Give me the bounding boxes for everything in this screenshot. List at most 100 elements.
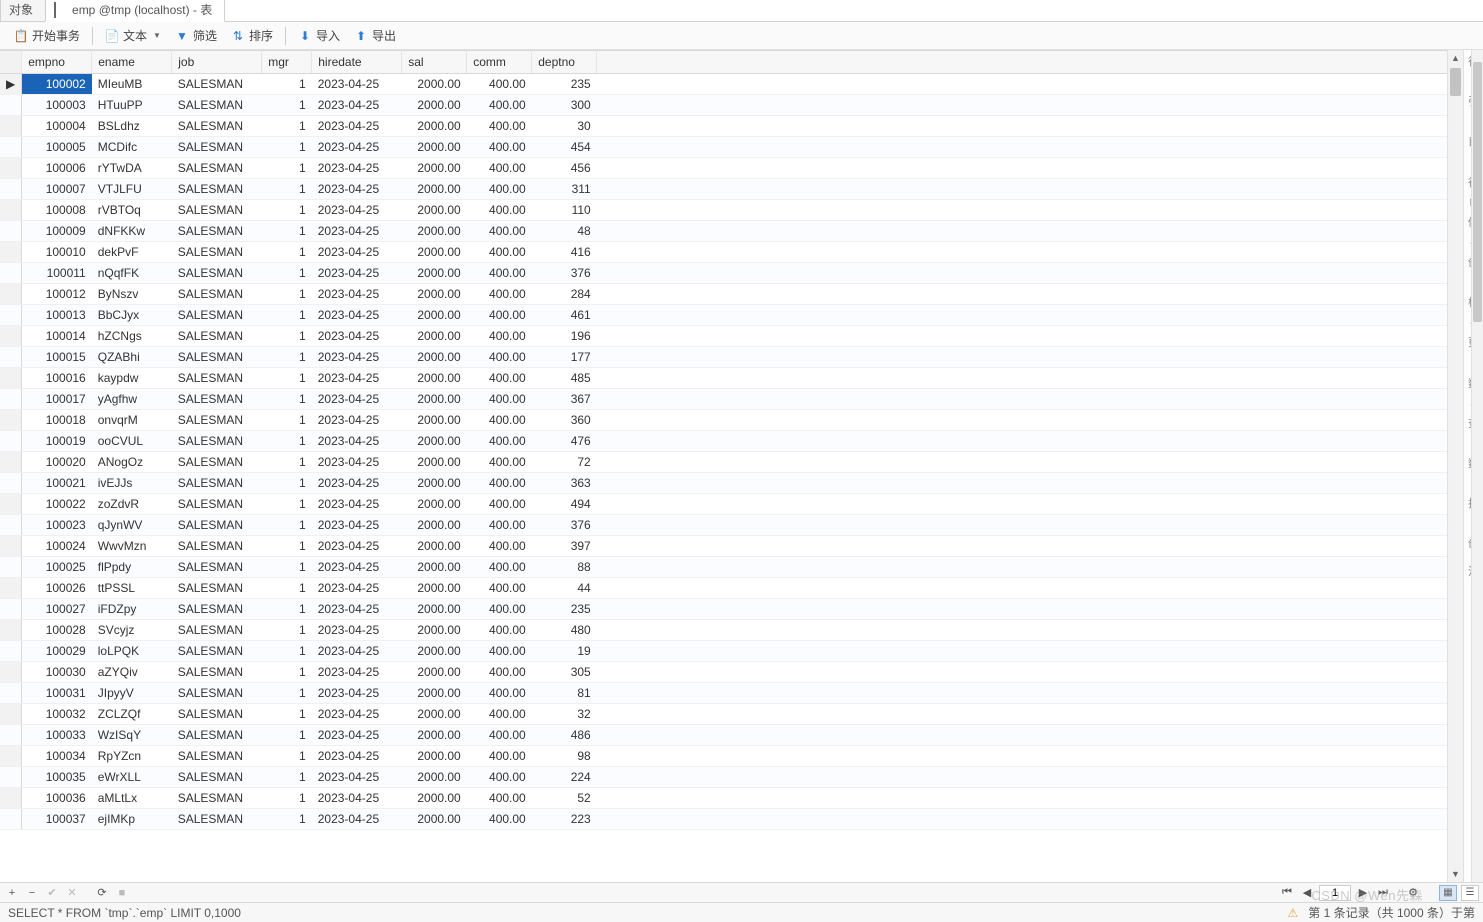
table-row[interactable]: 100024WwvMznSALESMAN12023-04-252000.0040… (0, 536, 1463, 557)
cell[interactable]: 363 (532, 473, 597, 494)
cell[interactable]: 100008 (22, 200, 92, 221)
cell[interactable]: 400.00 (467, 410, 532, 431)
cell[interactable]: 100013 (22, 305, 92, 326)
cell[interactable]: 2000.00 (402, 137, 467, 158)
cell[interactable]: 400.00 (467, 788, 532, 809)
cell[interactable]: 494 (532, 494, 597, 515)
cell[interactable]: HTuuPP (92, 95, 172, 116)
row-handle[interactable] (0, 389, 22, 410)
cell[interactable]: 284 (532, 284, 597, 305)
cell[interactable]: 2000.00 (402, 431, 467, 452)
cell[interactable]: 400.00 (467, 536, 532, 557)
row-handle[interactable] (0, 200, 22, 221)
cell[interactable]: aZYQiv (92, 662, 172, 683)
vertical-scrollbar[interactable]: ▲ ▼ (1447, 50, 1463, 882)
table-row[interactable]: 100019ooCVULSALESMAN12023-04-252000.0040… (0, 431, 1463, 452)
cell[interactable]: 2000.00 (402, 725, 467, 746)
cell[interactable]: 100024 (22, 536, 92, 557)
cell[interactable]: SALESMAN (172, 746, 262, 767)
cell[interactable]: 100022 (22, 494, 92, 515)
cell[interactable]: SALESMAN (172, 137, 262, 158)
cell[interactable]: SALESMAN (172, 641, 262, 662)
cell[interactable]: 100015 (22, 347, 92, 368)
cell[interactable]: SALESMAN (172, 347, 262, 368)
cell[interactable]: eWrXLL (92, 767, 172, 788)
cell[interactable]: nQqfFK (92, 263, 172, 284)
cell[interactable]: BbCJyx (92, 305, 172, 326)
cell[interactable]: SALESMAN (172, 788, 262, 809)
cell[interactable]: 223 (532, 809, 597, 830)
cell[interactable]: SVcyjz (92, 620, 172, 641)
cell[interactable]: ZCLZQf (92, 704, 172, 725)
import-button[interactable]: ⬇ 导入 (292, 24, 346, 47)
cell[interactable]: 486 (532, 725, 597, 746)
table-row[interactable]: 100035eWrXLLSALESMAN12023-04-252000.0040… (0, 767, 1463, 788)
cell[interactable]: 2000.00 (402, 242, 467, 263)
cell[interactable]: loLPQK (92, 641, 172, 662)
cell[interactable]: SALESMAN (172, 263, 262, 284)
cell[interactable]: rVBTOq (92, 200, 172, 221)
settings-icon[interactable]: ⚙ (1405, 885, 1421, 901)
cell[interactable]: 2023-04-25 (312, 809, 402, 830)
cell[interactable]: 2023-04-25 (312, 347, 402, 368)
refresh-button[interactable]: ⟳ (94, 885, 110, 901)
row-handle[interactable] (0, 158, 22, 179)
filter-button[interactable]: ▼ 筛选 (169, 24, 223, 47)
cell[interactable]: SALESMAN (172, 200, 262, 221)
row-handle[interactable] (0, 557, 22, 578)
cell[interactable]: 100029 (22, 641, 92, 662)
cell[interactable]: 100003 (22, 95, 92, 116)
table-row[interactable]: 100005MCDifcSALESMAN12023-04-252000.0040… (0, 137, 1463, 158)
begin-transaction-button[interactable]: 📋 开始事务 (8, 24, 86, 47)
row-handle[interactable]: ▶ (0, 74, 22, 95)
row-handle[interactable] (0, 410, 22, 431)
cell[interactable]: 2000.00 (402, 221, 467, 242)
cell[interactable]: 1 (262, 536, 312, 557)
page-input[interactable] (1319, 885, 1351, 901)
cell[interactable]: SALESMAN (172, 326, 262, 347)
cell[interactable]: 44 (532, 578, 597, 599)
cell[interactable]: 400.00 (467, 221, 532, 242)
cell[interactable]: 1 (262, 368, 312, 389)
cell[interactable]: ooCVUL (92, 431, 172, 452)
row-handle[interactable] (0, 704, 22, 725)
cell[interactable]: 2023-04-25 (312, 746, 402, 767)
cell[interactable]: MIeuMB (92, 74, 172, 95)
cell[interactable]: 2023-04-25 (312, 389, 402, 410)
row-handle[interactable] (0, 137, 22, 158)
cell[interactable]: 2000.00 (402, 347, 467, 368)
cell[interactable]: 1 (262, 158, 312, 179)
cell[interactable]: 454 (532, 137, 597, 158)
cell[interactable]: 100036 (22, 788, 92, 809)
cell[interactable]: 400.00 (467, 767, 532, 788)
cell[interactable]: 400.00 (467, 389, 532, 410)
scroll-down-icon[interactable]: ▼ (1448, 866, 1463, 882)
cell[interactable]: 367 (532, 389, 597, 410)
cell[interactable]: 2023-04-25 (312, 662, 402, 683)
cell[interactable]: 2000.00 (402, 788, 467, 809)
cell[interactable]: 100025 (22, 557, 92, 578)
cell[interactable]: 100014 (22, 326, 92, 347)
cell[interactable]: 2000.00 (402, 74, 467, 95)
cell[interactable]: 400.00 (467, 263, 532, 284)
cell[interactable]: 1 (262, 305, 312, 326)
cell[interactable]: 2000.00 (402, 494, 467, 515)
cell[interactable]: 400.00 (467, 557, 532, 578)
row-handle[interactable] (0, 242, 22, 263)
cell[interactable]: 2023-04-25 (312, 326, 402, 347)
cell[interactable]: 2023-04-25 (312, 557, 402, 578)
next-page-button[interactable]: ▶ (1355, 885, 1371, 901)
cell[interactable]: SALESMAN (172, 389, 262, 410)
cell[interactable]: 100032 (22, 704, 92, 725)
column-header-job[interactable]: job (172, 51, 262, 74)
row-handle[interactable] (0, 788, 22, 809)
table-row[interactable]: 100028SVcyjzSALESMAN12023-04-252000.0040… (0, 620, 1463, 641)
cell[interactable]: RpYZcn (92, 746, 172, 767)
row-handle[interactable] (0, 347, 22, 368)
cell[interactable]: 30 (532, 116, 597, 137)
cell[interactable]: rYTwDA (92, 158, 172, 179)
cell[interactable]: 2000.00 (402, 683, 467, 704)
cell[interactable]: 100023 (22, 515, 92, 536)
cell[interactable]: 1 (262, 704, 312, 725)
cell[interactable]: 1 (262, 767, 312, 788)
